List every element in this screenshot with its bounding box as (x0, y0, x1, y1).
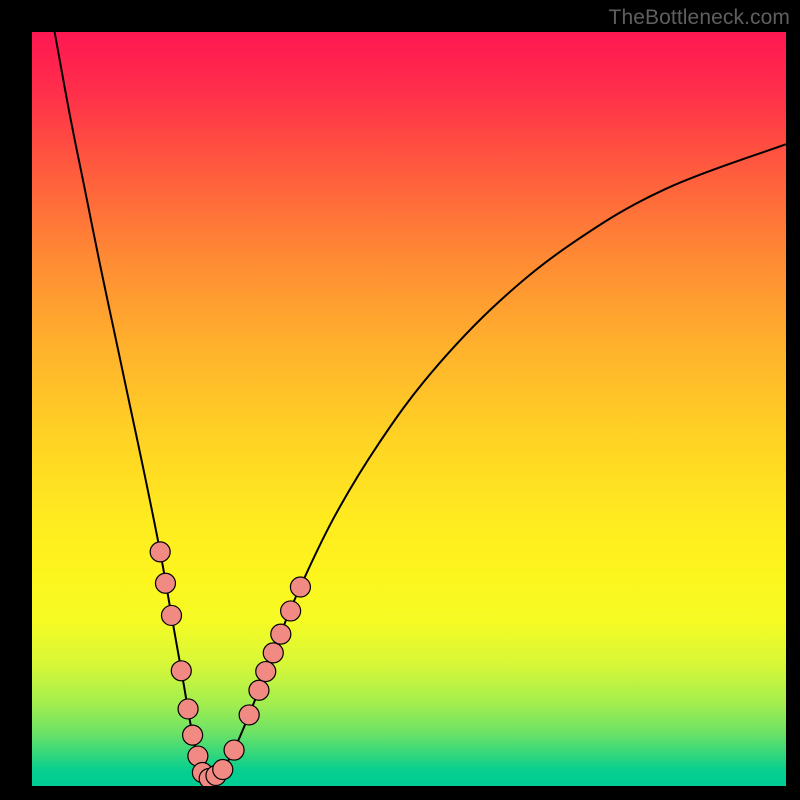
bead-point (213, 760, 233, 780)
bead-point (290, 577, 310, 597)
bead-point (239, 705, 259, 725)
bead-point (155, 573, 175, 593)
bottleneck-curve-svg (32, 32, 786, 786)
bead-point (256, 662, 276, 682)
bead-point (178, 699, 198, 719)
bead-point (281, 601, 301, 621)
bead-point (263, 643, 283, 663)
bead-point (224, 740, 244, 760)
bead-point (271, 624, 291, 644)
watermark-text: TheBottleneck.com (609, 6, 790, 30)
curve-right-branch (209, 144, 786, 778)
bead-point (161, 605, 181, 625)
bead-group (150, 542, 310, 786)
bead-point (150, 542, 170, 562)
bead-point (183, 725, 203, 745)
bead-point (171, 661, 191, 681)
bead-point (249, 680, 269, 700)
